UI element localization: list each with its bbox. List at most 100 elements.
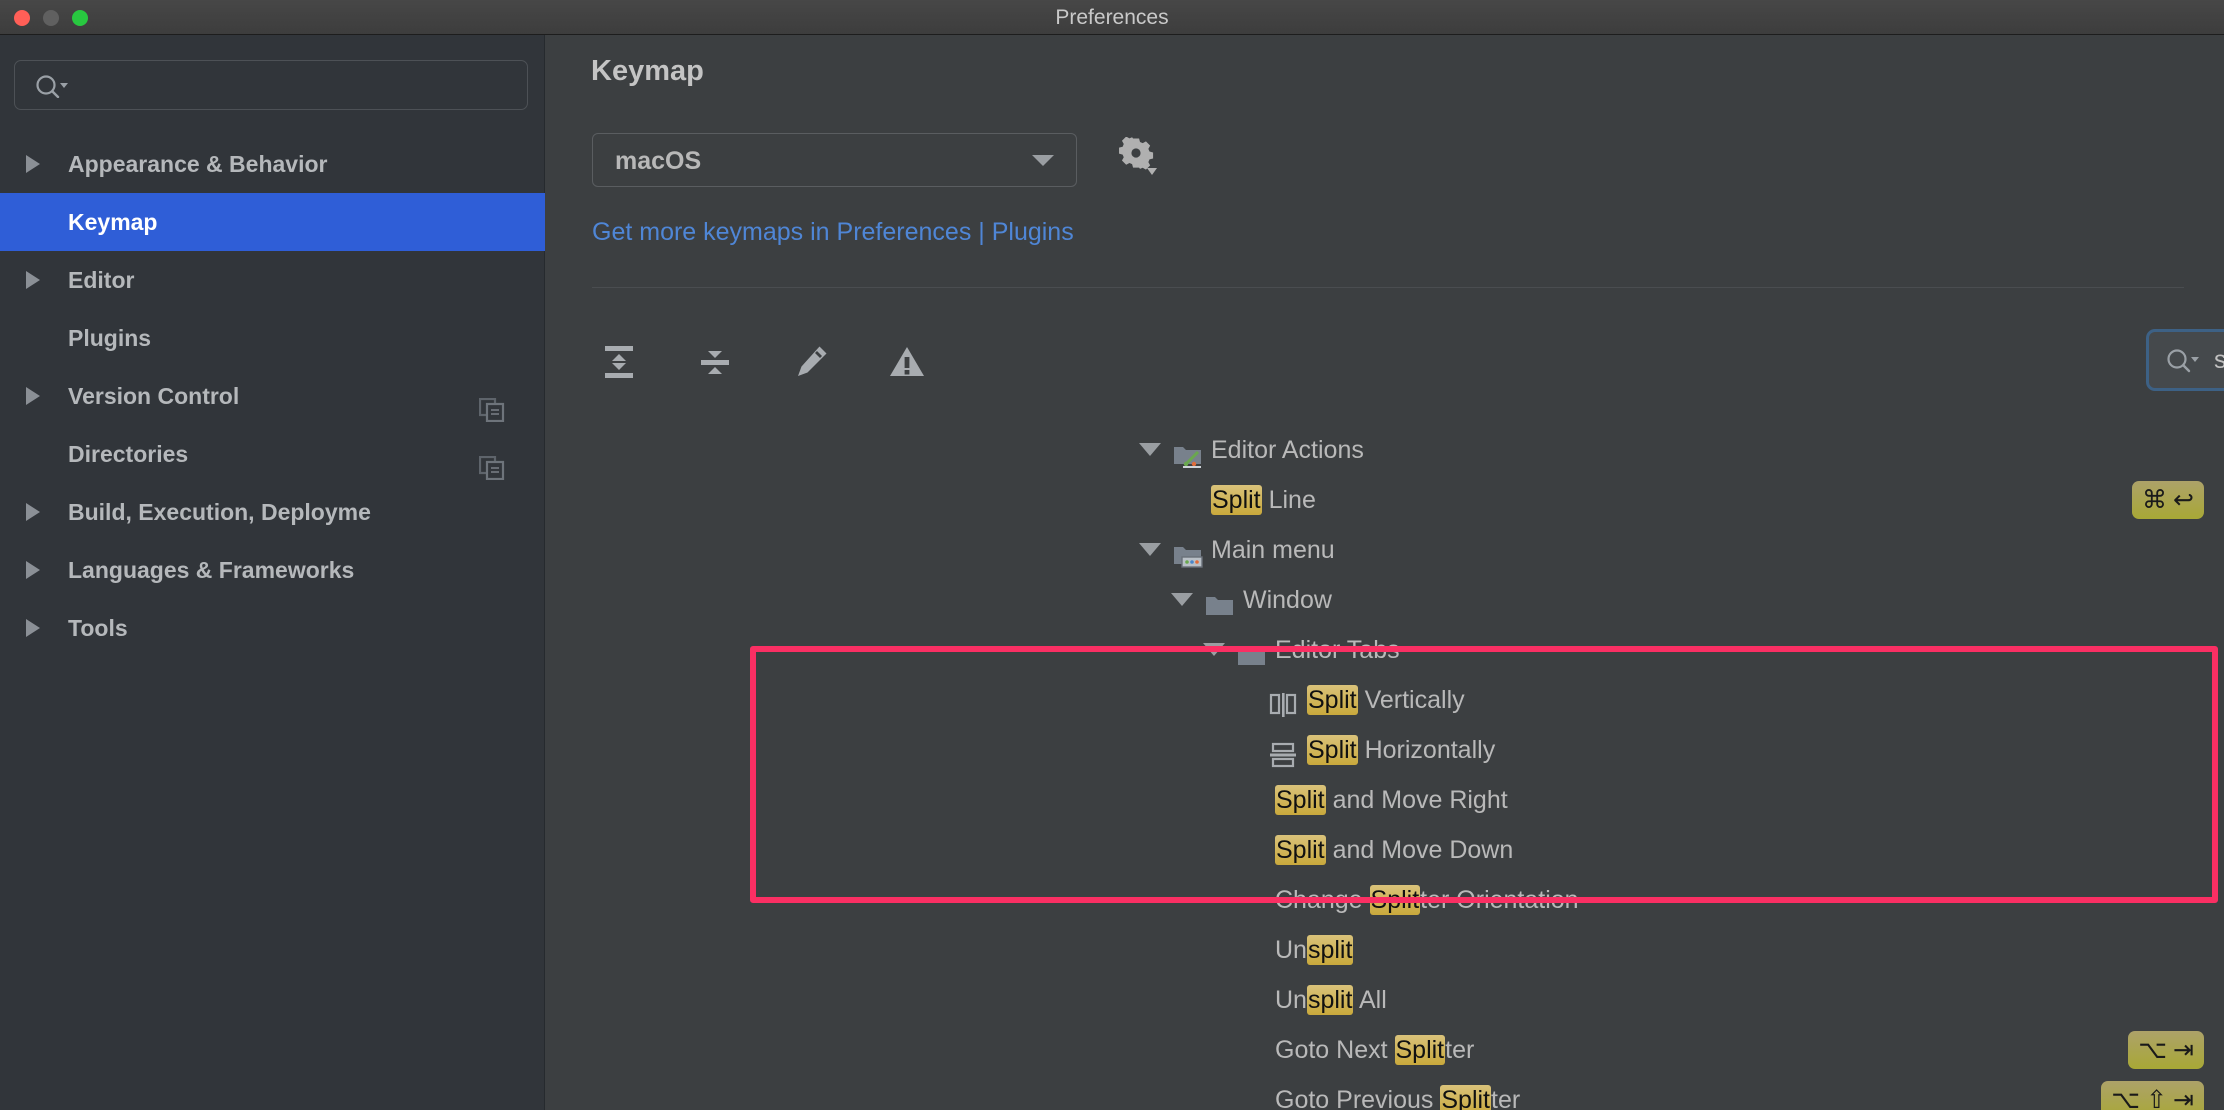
tree-row[interactable]: Unsplit All	[1134, 975, 2224, 1025]
tree-row-label: Goto Next Splitter	[1275, 1025, 1474, 1075]
tree-row-label: Split Horizontally	[1307, 725, 1495, 775]
sidebar-search-input[interactable]	[79, 61, 517, 111]
chevron-down-icon	[1032, 155, 1054, 166]
sidebar-item-version-control[interactable]: Version Control	[0, 367, 545, 425]
chevron-down-icon[interactable]	[1139, 543, 1161, 556]
chevron-down-icon[interactable]	[1139, 443, 1161, 456]
tree-row-text: ter	[1491, 1086, 1521, 1110]
tree-row[interactable]: Editor Actions	[1134, 425, 2224, 475]
shortcut-key: ⇥	[2173, 1086, 2194, 1110]
chevron-right-icon[interactable]	[26, 619, 40, 637]
tree-row-text: All	[1353, 986, 1387, 1014]
tree-row-text: and Move Right	[1325, 786, 1508, 814]
tree-row[interactable]: Unsplit	[1134, 925, 2224, 975]
sidebar-item-label: Directories	[68, 441, 189, 467]
tree-row[interactable]: Split Horizontally	[1134, 725, 2224, 775]
conflicts-button[interactable]	[880, 335, 934, 389]
tree-row-label: Change Splitter Orientation	[1275, 875, 1579, 925]
tree-row[interactable]: Split Line ⌘ ↩	[1134, 475, 2224, 525]
folder-icon	[1238, 647, 1265, 665]
chevron-right-icon[interactable]	[26, 387, 40, 405]
sidebar-item-directories[interactable]: Directories	[0, 425, 545, 483]
sidebar-item-label: Appearance & Behavior	[68, 151, 328, 177]
tree-row[interactable]: Split Vertically	[1134, 675, 2224, 725]
keymap-search-box[interactable]: split	[2146, 329, 2224, 391]
sidebar-item-plugins[interactable]: Plugins	[0, 309, 545, 367]
get-more-keymaps-prefix: Get more keymaps in Preferences |	[592, 218, 992, 246]
shortcut-badge: ⌥ ⇧ ⇥	[2101, 1081, 2204, 1110]
shortcut-key: ⇧	[2146, 1086, 2168, 1110]
collapse-all-button[interactable]	[688, 335, 742, 389]
shortcut-key: ⌘	[2142, 486, 2168, 514]
search-match-highlight: Split	[1307, 685, 1358, 715]
sidebar-item-label: Keymap	[68, 209, 158, 235]
pencil-icon	[798, 346, 827, 376]
get-more-keymaps-line[interactable]: Get more keymaps in Preferences | Plugin…	[592, 218, 1074, 247]
sidebar-item-build-execution-deployme[interactable]: Build, Execution, Deployme	[0, 483, 545, 541]
tree-row-label: Split and Move Down	[1275, 825, 1513, 875]
main-panel: Keymap macOS Get more keymaps in Prefere…	[546, 35, 2224, 1110]
chevron-down-icon[interactable]	[1203, 643, 1225, 656]
page-title: Keymap	[591, 55, 704, 87]
tree-row-text: and Move Down	[1325, 836, 1514, 864]
tree-row[interactable]: Split and Move Right	[1134, 775, 2224, 825]
gear-button[interactable]	[1119, 136, 1161, 184]
sidebar-item-tools[interactable]: Tools	[0, 599, 545, 657]
tree-row-text: Un	[1275, 986, 1307, 1014]
keymap-tree[interactable]: Editor Actions Split Line ⌘ ↩ Main menu Windo…	[1134, 425, 2224, 1110]
settings-sidebar: Appearance & Behavior Keymap Editor Plugins…	[0, 35, 545, 1110]
tree-row-text: Vertically	[1357, 686, 1465, 714]
chevron-right-icon[interactable]	[26, 271, 40, 289]
tree-row[interactable]: Main menu	[1134, 525, 2224, 575]
search-match-highlight: Split	[1369, 885, 1421, 915]
split-vertically-icon	[1269, 693, 1297, 717]
tree-row[interactable]: Split and Move Down	[1134, 825, 2224, 875]
chevron-down-icon[interactable]	[1171, 593, 1193, 606]
tree-row[interactable]: Editor Tabs	[1134, 625, 2224, 675]
tree-row-label: Unsplit All	[1275, 975, 1387, 1025]
tree-row[interactable]: Goto Previous Splitter ⌥ ⇧ ⇥	[1134, 1075, 2224, 1110]
tree-row-label: Window	[1243, 575, 1332, 625]
expand-all-button[interactable]	[592, 335, 646, 389]
chevron-right-icon[interactable]	[26, 561, 40, 579]
tree-row-label: Editor Actions	[1211, 425, 1364, 475]
search-match-highlight: Split	[1394, 1035, 1446, 1065]
sidebar-item-appearance-behavior[interactable]: Appearance & Behavior	[0, 135, 545, 193]
search-match-highlight: Split	[1211, 485, 1262, 515]
shortcut-key: ⌥	[2138, 1036, 2168, 1064]
tree-row[interactable]: Change Splitter Orientation	[1134, 875, 2224, 925]
tree-row-label: Split and Move Right	[1275, 775, 1508, 825]
tree-row-label: Unsplit	[1275, 925, 1354, 975]
tree-row-text: Line	[1261, 486, 1316, 514]
search-icon	[2166, 348, 2200, 379]
keymap-select[interactable]: macOS	[592, 133, 1077, 187]
keymap-selector-row: macOS	[592, 133, 1161, 187]
chevron-right-icon[interactable]	[26, 155, 40, 173]
sidebar-item-languages-frameworks[interactable]: Languages & Frameworks	[0, 541, 545, 599]
edit-shortcut-button[interactable]	[784, 335, 838, 389]
search-match-highlight: Split	[1440, 1085, 1491, 1110]
warning-icon	[890, 347, 924, 376]
tree-row[interactable]: Window	[1134, 575, 2224, 625]
tree-row[interactable]: Goto Next Splitter ⌥ ⇥	[1134, 1025, 2224, 1075]
copy-icon-button[interactable]	[478, 443, 505, 483]
tree-row-text: Editor Tabs	[1275, 636, 1400, 664]
tree-row-text: Goto Previous	[1275, 1086, 1441, 1110]
plugins-link[interactable]: Plugins	[992, 218, 1074, 246]
chevron-right-icon[interactable]	[26, 503, 40, 521]
tree-row-text: ter	[1445, 1036, 1475, 1064]
copy-icon-button[interactable]	[478, 385, 505, 425]
sidebar-item-editor[interactable]: Editor	[0, 251, 545, 309]
sidebar-items: Appearance & Behavior Keymap Editor Plugins…	[0, 135, 545, 657]
sidebar-search-box[interactable]	[14, 60, 528, 110]
tree-row-label: Main menu	[1211, 525, 1335, 575]
shortcut-key: ⇥	[2173, 1036, 2194, 1064]
tree-row-label: Split Vertically	[1307, 675, 1465, 725]
tree-row-text: Goto Next	[1275, 1036, 1395, 1064]
keymap-search-input[interactable]: split	[2214, 335, 2224, 385]
tree-row-label: Split Line	[1211, 475, 1316, 525]
editor-actions-folder-icon	[1174, 447, 1201, 468]
keymap-select-value: macOS	[615, 147, 702, 175]
tree-row-text: Main menu	[1211, 536, 1335, 564]
sidebar-item-keymap[interactable]: Keymap	[0, 193, 545, 251]
